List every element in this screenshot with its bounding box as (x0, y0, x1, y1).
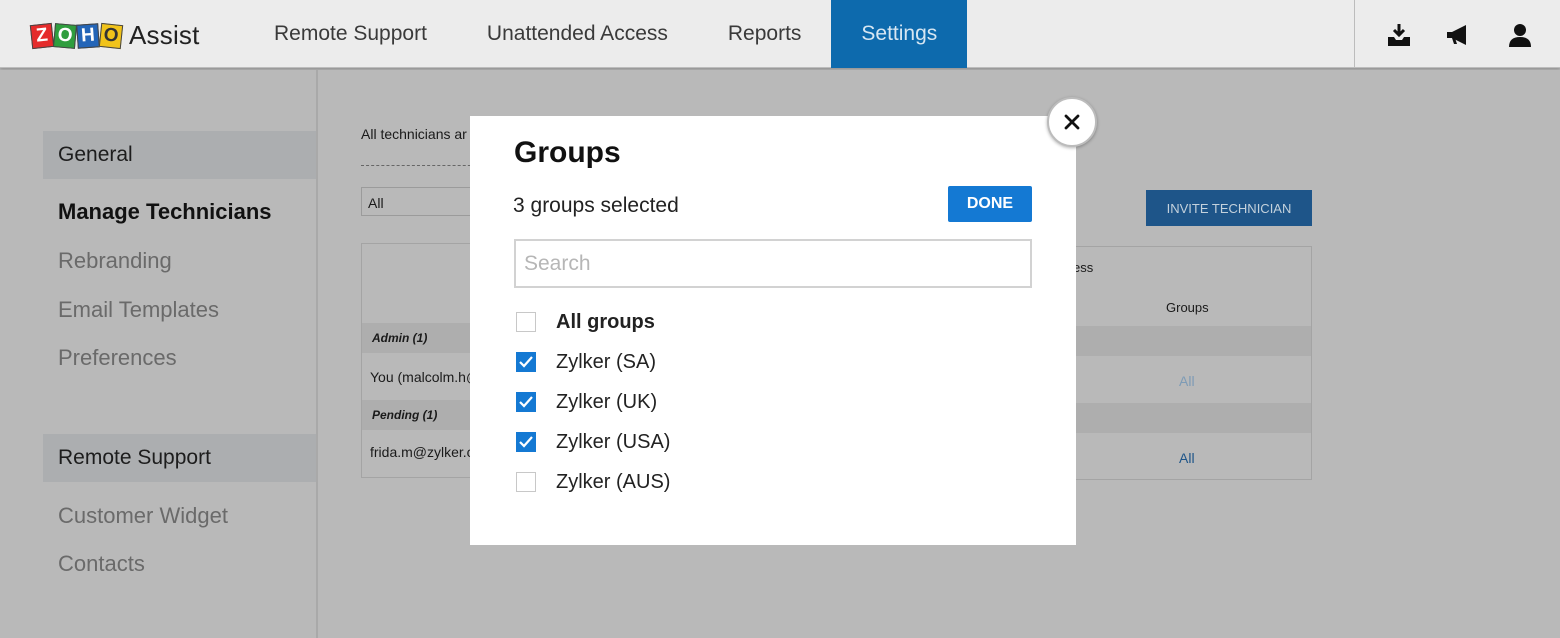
group-option-label: All groups (556, 310, 655, 333)
invite-technician-button[interactable]: INVITE TECHNICIAN (1146, 190, 1312, 226)
main-nav: Remote Support Unattended Access Reports… (244, 0, 968, 68)
admin-row-email: You (malcolm.h@ (370, 369, 481, 385)
pending-row-groups[interactable]: All (1179, 450, 1195, 466)
admin-section-row-right (1063, 326, 1311, 356)
checkbox-checked[interactable] (516, 432, 536, 452)
logo-letter-o: O (52, 22, 78, 49)
group-option-label: Zylker (AUS) (556, 470, 671, 493)
nav-settings[interactable]: Settings (831, 0, 968, 68)
logo-letter-z: Z (29, 22, 55, 49)
nav-unattended-access[interactable]: Unattended Access (457, 0, 698, 68)
nav-remote-support[interactable]: Remote Support (244, 0, 457, 68)
technician-filter-select[interactable]: All (361, 187, 481, 216)
sidebar-item-preferences[interactable]: Preferences (58, 345, 177, 371)
checkbox-checked[interactable] (516, 352, 536, 372)
modal-title: Groups (514, 136, 621, 169)
pending-row-email: frida.m@zylker.c (370, 444, 474, 460)
column-header-groups: Groups (1166, 300, 1209, 315)
user-icon[interactable] (1507, 22, 1533, 48)
technician-table-left (361, 243, 481, 478)
selected-count-label: 3 groups selected (513, 194, 679, 217)
logo-letter-h: H (76, 22, 100, 49)
sidebar-item-email-templates[interactable]: Email Templates (58, 297, 219, 323)
groups-modal: Groups 3 groups selected DONE All groups… (470, 116, 1076, 545)
product-name: Assist (129, 20, 200, 50)
group-search-input[interactable] (514, 239, 1032, 288)
download-icon[interactable] (1386, 22, 1412, 48)
done-button[interactable]: DONE (948, 186, 1032, 222)
group-option-zylker-sa[interactable]: Zylker (SA) (516, 350, 656, 374)
group-option-label: Zylker (USA) (556, 430, 671, 453)
sidebar-item-manage-technicians[interactable]: Manage Technicians (58, 199, 272, 225)
sidebar-section-remote-support[interactable]: Remote Support (43, 434, 316, 482)
checkmark-icon (519, 356, 533, 368)
sidebar-item-customer-widget[interactable]: Customer Widget (58, 503, 228, 529)
zoho-assist-logo[interactable]: Z O H O Assist (29, 20, 200, 51)
group-option-zylker-usa[interactable]: Zylker (USA) (516, 430, 670, 454)
admin-row-groups: All (1179, 373, 1195, 389)
checkbox-unchecked[interactable] (516, 312, 536, 332)
logo-letter-o2: O (98, 22, 124, 49)
close-modal-button[interactable] (1047, 97, 1097, 147)
group-option-zylker-aus[interactable]: Zylker (AUS) (516, 470, 670, 494)
admin-section-label: Admin (1) (372, 331, 428, 345)
checkmark-icon (519, 436, 533, 448)
close-icon (1064, 114, 1080, 130)
announcement-icon[interactable] (1445, 22, 1471, 48)
technician-table-right (1062, 246, 1312, 480)
sidebar-section-general[interactable]: General (43, 131, 316, 179)
top-navigation-bar: Z O H O Assist Remote Support Unattended… (0, 0, 1560, 68)
pending-section-label: Pending (1) (372, 408, 438, 422)
column-header-access: ess (1073, 260, 1094, 275)
checkbox-checked[interactable] (516, 392, 536, 412)
pending-section-row-right (1063, 403, 1311, 433)
nav-reports[interactable]: Reports (698, 0, 832, 68)
sidebar-item-rebranding[interactable]: Rebranding (58, 248, 172, 274)
checkbox-unchecked[interactable] (516, 472, 536, 492)
group-option-label: Zylker (UK) (556, 390, 658, 413)
group-option-label: Zylker (SA) (556, 350, 656, 373)
divider (361, 165, 481, 166)
top-icon-group (1354, 0, 1560, 68)
intro-text: All technicians ar (361, 126, 467, 142)
sidebar-item-contacts[interactable]: Contacts (58, 551, 145, 577)
group-option-all[interactable]: All groups (516, 310, 655, 334)
checkmark-icon (519, 396, 533, 408)
group-option-zylker-uk[interactable]: Zylker (UK) (516, 390, 657, 414)
